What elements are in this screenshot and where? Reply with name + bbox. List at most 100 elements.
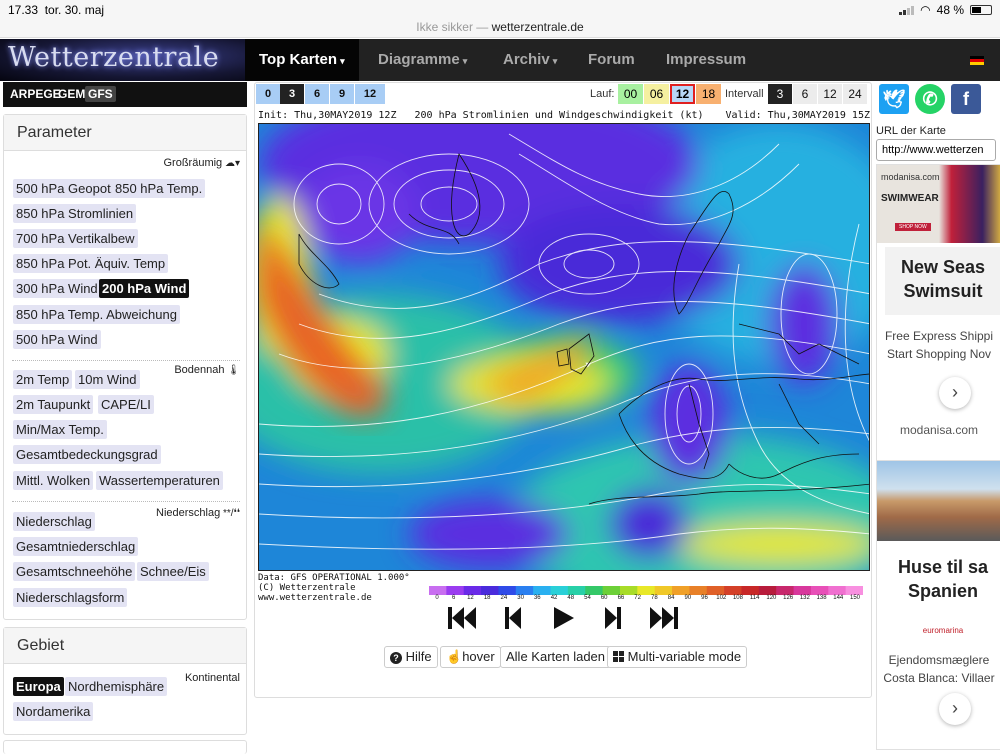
- map-url-label: URL der Karte: [876, 125, 946, 137]
- run-00[interactable]: 00: [618, 84, 643, 104]
- legend-tick-label: 60: [600, 595, 608, 601]
- legend-tick-label: 144: [833, 595, 844, 601]
- param-gesamtniederschlag[interactable]: Gesamtniederschlag: [13, 537, 139, 556]
- gebiet-panel-title: Gebiet: [4, 628, 246, 664]
- model-gfs[interactable]: GFS: [85, 86, 116, 102]
- legend-tick-label: 6: [452, 595, 456, 601]
- param-cape-li[interactable]: CAPE/LI: [98, 395, 154, 414]
- section-divider: [12, 360, 240, 361]
- interval-3[interactable]: 3: [768, 84, 792, 104]
- timestep-0[interactable]: 0: [256, 84, 280, 104]
- multi-variable-button[interactable]: Multi-variable mode: [607, 646, 748, 668]
- param-schnee-eis[interactable]: Schnee/Eis: [137, 562, 209, 581]
- param-gesamtschneehoehe[interactable]: Gesamtschneehöhe: [13, 562, 136, 581]
- param-mittl-wolken[interactable]: Mittl. Wolken: [13, 471, 94, 490]
- param-niederschlag[interactable]: Niederschlag: [13, 512, 95, 531]
- help-button[interactable]: ? Hilfe: [384, 646, 438, 668]
- param-850-hpa-stromlinien[interactable]: 850 hPa Stromlinien: [13, 204, 137, 223]
- browser-address-bar[interactable]: Ikke sikker — wetterzentrale.de: [0, 18, 1000, 38]
- param-niederschlagsform[interactable]: Niederschlagsform: [13, 588, 128, 607]
- legend-swatch: [810, 586, 829, 595]
- whatsapp-share-button[interactable]: ✆: [915, 84, 945, 114]
- load-all-maps-button[interactable]: Alle Karten laden: [500, 646, 612, 668]
- facebook-share-button[interactable]: f: [951, 84, 981, 114]
- map-credit: Data: GFS OPERATIONAL 1.000° (C) Wetterz…: [258, 573, 410, 603]
- legend-tick-label: 54: [584, 595, 591, 601]
- param-850-hpa-temp-abweichung[interactable]: 850 hPa Temp. Abweichung: [13, 305, 180, 324]
- ad-euromarina[interactable]: Huse til sa Spanien euromarina Ejendomsm…: [876, 460, 1000, 750]
- legend-tick-label: 84: [667, 595, 675, 601]
- legend-swatch: [602, 586, 621, 595]
- legend-tick-label: 24: [500, 595, 508, 601]
- param-10m-wind[interactable]: 10m Wind: [75, 370, 140, 389]
- nav-label: Archiv: [503, 51, 550, 68]
- param-min-max-temp[interactable]: Min/Max Temp.: [13, 420, 107, 439]
- param-2m-temp[interactable]: 2m Temp: [13, 370, 73, 389]
- last-frame-button[interactable]: [647, 603, 681, 633]
- ad2-next-arrow-icon[interactable]: ›: [939, 693, 971, 725]
- run-06[interactable]: 06: [644, 84, 669, 104]
- nav-forum[interactable]: Forum: [574, 39, 649, 81]
- legend-tick-label: 78: [651, 595, 658, 601]
- first-icon: [448, 607, 476, 629]
- lauf-label: Lauf:: [590, 88, 615, 100]
- timestep-9[interactable]: 9: [330, 84, 354, 104]
- german-flag-icon[interactable]: [970, 56, 984, 65]
- site-logo[interactable]: Wetterzentrale: [0, 39, 245, 81]
- area-nordamerika[interactable]: Nordamerika: [13, 702, 94, 721]
- previous-frame-button[interactable]: [497, 603, 531, 633]
- legend-swatch: [619, 586, 638, 595]
- run-12[interactable]: 12: [670, 84, 695, 104]
- play-button[interactable]: [547, 603, 581, 633]
- legend-swatch: [481, 586, 499, 595]
- legend-swatch: [741, 586, 760, 595]
- timestep-12[interactable]: 12: [355, 84, 385, 104]
- interval-12[interactable]: 12: [818, 84, 842, 104]
- right-sidebar: 🕊 ✆ f URL der Karte http://www.wetterzen…: [876, 82, 1000, 750]
- model-gem[interactable]: GEM: [55, 86, 88, 102]
- first-frame-button[interactable]: [445, 603, 479, 633]
- timestep-3[interactable]: 3: [280, 84, 304, 104]
- interval-6[interactable]: 6: [793, 84, 817, 104]
- param-wassertemperaturen[interactable]: Wassertemperaturen: [96, 471, 223, 490]
- param-2m-taupunkt[interactable]: 2m Taupunkt: [13, 395, 94, 414]
- map-url-input[interactable]: http://www.wetterzen: [876, 139, 996, 161]
- param-200-hpa-wind[interactable]: 200 hPa Wind: [99, 279, 190, 298]
- area-nordhemisphaere[interactable]: Nordhemisphäre: [65, 677, 168, 696]
- hover-button[interactable]: ☝hover: [440, 646, 501, 668]
- legend-swatch: [706, 586, 725, 595]
- weather-map[interactable]: [258, 123, 870, 571]
- thermometer-icon: 🌡: [224, 365, 240, 376]
- legend-tick-label: 48: [567, 595, 575, 601]
- prev-icon: [505, 607, 521, 629]
- nav-archiv[interactable]: Archiv ▾: [489, 39, 571, 81]
- legend-swatch: [654, 586, 673, 595]
- param-850-hpa-pot-aequiv-temp[interactable]: 850 hPa Pot. Äquiv. Temp: [13, 254, 169, 273]
- status-time: 17.33 tor. 30. maj: [8, 3, 105, 17]
- question-circle-icon: ?: [390, 652, 402, 664]
- legend-tick-label: 72: [634, 595, 641, 601]
- param-850-hpa-temp[interactable]: 850 hPa Temp.: [112, 179, 206, 198]
- param-gesamtbedeckungsgrad[interactable]: Gesamtbedeckungsgrad: [13, 445, 161, 464]
- area-europa[interactable]: Europa: [13, 677, 64, 696]
- param-500-hpa-wind[interactable]: 500 hPa Wind: [13, 330, 101, 349]
- url-host: wetterzentrale.de: [491, 20, 584, 34]
- nav-top-karten[interactable]: Top Karten ▾: [245, 39, 359, 81]
- nav-impressum[interactable]: Impressum: [652, 39, 760, 81]
- next-frame-button[interactable]: [595, 603, 629, 633]
- legend-tick-label: 138: [816, 595, 827, 601]
- ad-next-arrow-icon[interactable]: ›: [939, 377, 971, 409]
- ad-banner-image: modanisa.com SWIMWEAR SHOP NOW: [877, 165, 1000, 243]
- twitter-share-button[interactable]: 🕊: [879, 84, 909, 114]
- ios-status-bar: 17.33 tor. 30. maj ◠ 48 %: [0, 0, 1000, 20]
- param-700-hpa-vertikalbew[interactable]: 700 hPa Vertikalbew: [13, 229, 138, 248]
- gebiet-panel: Gebiet Kontinental Europa Nordhemisphäre…: [3, 627, 247, 735]
- run-18[interactable]: 18: [696, 84, 721, 104]
- timestep-6[interactable]: 6: [305, 84, 329, 104]
- section-label-bodennah: Bodennah 🌡: [174, 364, 240, 376]
- interval-24[interactable]: 24: [843, 84, 867, 104]
- snow-rain-icon: **/❛❛: [220, 508, 240, 519]
- legend-tick-label: 36: [533, 595, 541, 601]
- nav-diagramme[interactable]: Diagramme ▾: [364, 39, 481, 81]
- param-300-hpa-wind[interactable]: 300 hPa Wind: [13, 279, 101, 298]
